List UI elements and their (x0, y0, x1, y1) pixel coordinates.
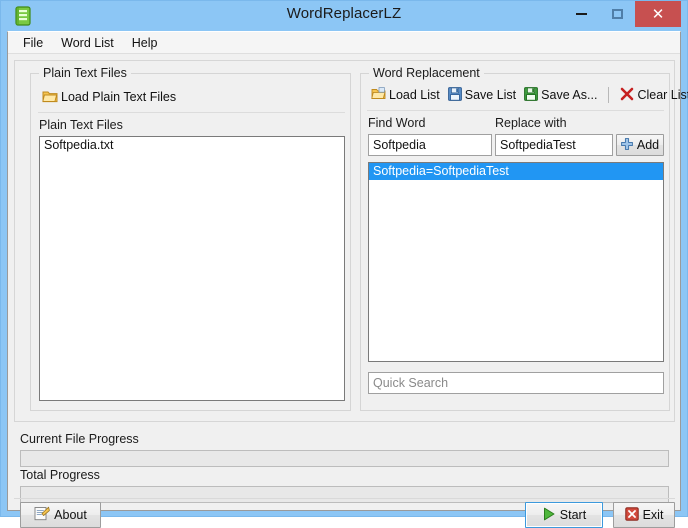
add-button[interactable]: Add (616, 134, 664, 156)
save-list-label: Save List (464, 88, 517, 102)
current-file-progress-bar (20, 450, 669, 467)
minimize-icon (575, 13, 587, 15)
replace-with-label: Replace with (495, 116, 567, 130)
plain-text-files-group-title: Plain Text Files (39, 66, 131, 80)
load-list-label: Load List (389, 88, 440, 102)
floppy-blue-icon (447, 86, 462, 104)
main-panel: Plain Text Files Load Plain Text Files P… (14, 60, 688, 422)
load-plain-text-files-label: Load Plain Text Files (61, 90, 177, 104)
left-toolbar: Load Plain Text Files (38, 86, 180, 108)
find-word-input[interactable] (368, 134, 492, 156)
about-button[interactable]: About (20, 502, 101, 528)
footer-divider (14, 498, 675, 499)
plain-text-files-list-label: Plain Text Files (39, 118, 123, 132)
exit-button[interactable]: Exit (613, 502, 675, 528)
menu-file[interactable]: File (14, 34, 52, 52)
red-x-box-icon (624, 506, 639, 524)
maximize-icon (611, 9, 623, 19)
red-x-icon (620, 87, 634, 104)
toolbar-separator (608, 87, 610, 103)
application-window: WordReplacerLZ ✕ File Word List Help Pla… (0, 0, 688, 528)
load-list-button[interactable]: Load List (367, 85, 444, 105)
word-replacement-toolbar-divider (367, 110, 664, 111)
replace-with-input[interactable] (495, 134, 613, 156)
save-list-button[interactable]: Save List (444, 85, 520, 106)
word-replacement-group-title: Word Replacement (369, 66, 484, 80)
client-area: File Word List Help Plain Text Files Loa… (7, 31, 688, 528)
start-button[interactable]: Start (525, 502, 603, 528)
menu-help[interactable]: Help (123, 34, 167, 52)
total-progress-bar (20, 486, 669, 503)
quick-search-input[interactable] (368, 372, 664, 394)
list-item[interactable]: Softpedia.txt (40, 137, 344, 154)
clear-list-label: Clear List (637, 88, 688, 102)
blue-plus-icon (621, 137, 633, 153)
current-file-progress-label: Current File Progress (20, 432, 139, 446)
word-list-listbox[interactable]: Softpedia=SoftpediaTest (368, 162, 664, 362)
close-icon: ✕ (651, 5, 665, 23)
floppy-green-icon (524, 86, 539, 104)
about-button-label: About (54, 508, 87, 522)
minimize-button[interactable] (563, 1, 599, 27)
plain-text-files-listbox[interactable]: Softpedia.txt (39, 136, 345, 401)
title-bar: WordReplacerLZ ✕ (7, 1, 681, 31)
plain-text-files-group: Plain Text Files Load Plain Text Files P… (30, 66, 351, 411)
total-progress-label: Total Progress (20, 468, 100, 482)
word-replacement-toolbar: Load List Save List Save As... Clear Lis… (367, 84, 688, 106)
close-button[interactable]: ✕ (635, 1, 681, 27)
start-button-label: Start (559, 508, 587, 522)
list-item[interactable]: Softpedia=SoftpediaTest (369, 163, 663, 180)
add-button-label: Add (636, 138, 660, 152)
clear-list-button[interactable]: Clear List (616, 85, 688, 106)
about-note-icon (34, 506, 50, 524)
open-folder-icon (42, 89, 58, 106)
left-toolbar-divider (38, 112, 345, 113)
save-as-button[interactable]: Save As... (520, 85, 601, 106)
open-folder-icon (371, 87, 386, 103)
find-word-label: Find Word (368, 116, 426, 130)
menu-word-list[interactable]: Word List (52, 34, 123, 52)
word-replacement-group: Word Replacement Load List Save List Sav… (360, 66, 688, 411)
maximize-button[interactable] (599, 1, 635, 27)
menu-bar: File Word List Help (8, 32, 680, 54)
green-play-icon (542, 507, 556, 524)
save-as-label: Save As... (541, 88, 598, 102)
exit-button-label: Exit (642, 508, 664, 522)
window-controls: ✕ (563, 1, 681, 27)
load-plain-text-files-button[interactable]: Load Plain Text Files (38, 87, 180, 108)
